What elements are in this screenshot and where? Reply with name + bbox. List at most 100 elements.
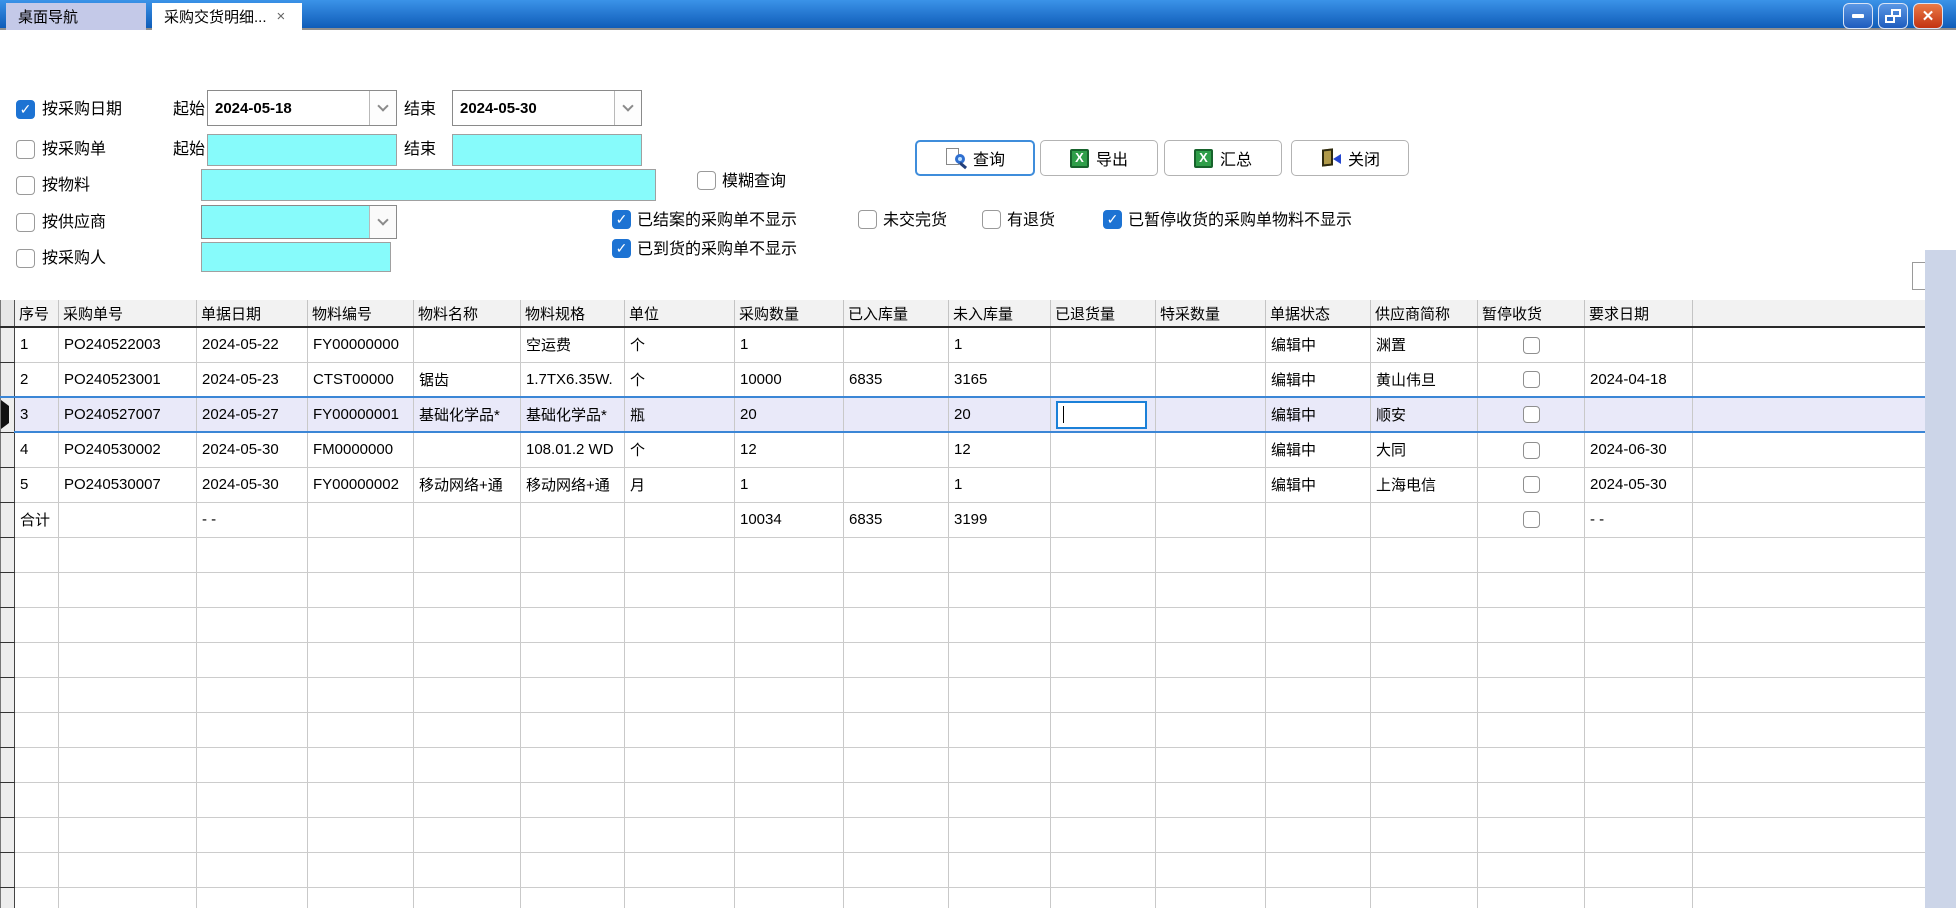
cell-suspended[interactable] bbox=[1478, 432, 1585, 467]
cell-qty[interactable]: 20 bbox=[735, 397, 844, 432]
cell-in_qty[interactable] bbox=[844, 327, 949, 362]
cell-status[interactable]: 编辑中 bbox=[1266, 432, 1371, 467]
cell-special_qty[interactable] bbox=[1156, 327, 1266, 362]
cell-no[interactable]: 5 bbox=[15, 467, 59, 502]
cell-status[interactable]: 编辑中 bbox=[1266, 397, 1371, 432]
row-gutter[interactable] bbox=[1, 782, 15, 817]
table-row[interactable]: 3PO2405270072024-05-27FY00000001基础化学品*基础… bbox=[1, 397, 1926, 432]
cell-req_date[interactable]: 2024-04-18 bbox=[1585, 362, 1693, 397]
cell-spec[interactable]: 1.7TX6.35W. bbox=[521, 362, 625, 397]
close-button[interactable]: 关闭 bbox=[1291, 140, 1409, 176]
cell-mat_name[interactable]: 基础化学品* bbox=[414, 397, 521, 432]
cell-suspended[interactable] bbox=[1478, 397, 1585, 432]
column-header-qty[interactable]: 采购数量 bbox=[735, 300, 844, 327]
cell-mat_no[interactable]: CTST00000 bbox=[308, 362, 414, 397]
row-gutter[interactable] bbox=[1, 327, 15, 362]
row-gutter[interactable] bbox=[1, 397, 15, 432]
cell-suspended[interactable] bbox=[1478, 467, 1585, 502]
cell-out_qty[interactable]: 1 bbox=[949, 327, 1051, 362]
hide-arrived-orders-checkbox[interactable]: ✓ bbox=[612, 239, 631, 258]
dropdown-arrow[interactable] bbox=[369, 206, 396, 238]
column-header-in_qty[interactable]: 已入库量 bbox=[844, 300, 949, 327]
suspend-receiving-checkbox[interactable] bbox=[1523, 406, 1540, 423]
purchase-date-end-combo[interactable]: 2024-05-30 bbox=[452, 90, 642, 126]
cell-ret_qty[interactable] bbox=[1051, 397, 1156, 432]
column-header-doc_date[interactable]: 单据日期 bbox=[197, 300, 308, 327]
column-header-special_qty[interactable]: 特采数量 bbox=[1156, 300, 1266, 327]
cell-po[interactable]: PO240530007 bbox=[59, 467, 197, 502]
cell-req_date[interactable] bbox=[1585, 397, 1693, 432]
column-header-mat_no[interactable]: 物料编号 bbox=[308, 300, 414, 327]
cell-spec[interactable]: 108.01.2 WD bbox=[521, 432, 625, 467]
table-row[interactable]: 4PO2405300022024-05-30FM0000000108.01.2 … bbox=[1, 432, 1926, 467]
hide-closed-orders-checkbox[interactable]: ✓ bbox=[612, 210, 631, 229]
column-header-out_qty[interactable]: 未入库量 bbox=[949, 300, 1051, 327]
cell-supplier[interactable]: 大同 bbox=[1371, 432, 1478, 467]
table-row[interactable]: 1PO2405220032024-05-22FY00000000空运费个11编辑… bbox=[1, 327, 1926, 362]
table-row[interactable]: 2PO2405230012024-05-23CTST00000锯齿1.7TX6.… bbox=[1, 362, 1926, 397]
cell-mat_name[interactable] bbox=[414, 432, 521, 467]
cell-spec[interactable]: 空运费 bbox=[521, 327, 625, 362]
cell-supplier[interactable]: 上海电信 bbox=[1371, 467, 1478, 502]
cell-out_qty[interactable]: 1 bbox=[949, 467, 1051, 502]
material-input[interactable] bbox=[201, 169, 656, 201]
cell-po[interactable]: PO240523001 bbox=[59, 362, 197, 397]
cell-special_qty[interactable] bbox=[1156, 467, 1266, 502]
column-header-no[interactable]: 序号 bbox=[15, 300, 59, 327]
cell-spec[interactable]: 移动网络+通 bbox=[521, 467, 625, 502]
cell-status[interactable]: 编辑中 bbox=[1266, 362, 1371, 397]
row-gutter[interactable] bbox=[1, 537, 15, 572]
cell-doc_date[interactable]: 2024-05-23 bbox=[197, 362, 308, 397]
row-gutter[interactable] bbox=[1, 712, 15, 747]
dropdown-arrow[interactable] bbox=[614, 91, 641, 125]
by-purchase-date-checkbox[interactable]: ✓ bbox=[16, 100, 35, 119]
column-header-req_date[interactable]: 要求日期 bbox=[1585, 300, 1693, 327]
cell-no[interactable]: 3 bbox=[15, 397, 59, 432]
row-gutter[interactable] bbox=[1, 852, 15, 887]
column-header-po[interactable]: 采购单号 bbox=[59, 300, 197, 327]
row-gutter[interactable] bbox=[1, 362, 15, 397]
suspend-receiving-checkbox[interactable] bbox=[1523, 337, 1540, 354]
suspend-receiving-checkbox[interactable] bbox=[1523, 371, 1540, 388]
column-header-spec[interactable]: 物料规格 bbox=[521, 300, 625, 327]
export-button[interactable]: X 导出 bbox=[1040, 140, 1158, 176]
cell-ret_qty[interactable] bbox=[1051, 327, 1156, 362]
purchaser-input[interactable] bbox=[201, 242, 391, 272]
cell-doc_date[interactable]: 2024-05-30 bbox=[197, 467, 308, 502]
cell-out_qty[interactable]: 3165 bbox=[949, 362, 1051, 397]
cell-ret_qty[interactable] bbox=[1051, 362, 1156, 397]
not-fully-delivered-checkbox[interactable] bbox=[858, 210, 877, 229]
cell-mat_name[interactable]: 移动网络+通 bbox=[414, 467, 521, 502]
supplier-combo[interactable] bbox=[201, 205, 397, 239]
cell-doc_date[interactable]: 2024-05-30 bbox=[197, 432, 308, 467]
cell-in_qty[interactable]: 6835 bbox=[844, 362, 949, 397]
cell-qty[interactable]: 10000 bbox=[735, 362, 844, 397]
cell-po[interactable]: PO240527007 bbox=[59, 397, 197, 432]
tab-purchase-delivery-detail[interactable]: 采购交货明细... × bbox=[152, 3, 302, 30]
cell-req_date[interactable]: 2024-06-30 bbox=[1585, 432, 1693, 467]
cell-supplier[interactable]: 黄山伟旦 bbox=[1371, 362, 1478, 397]
cell-mat_no[interactable]: FY00000000 bbox=[308, 327, 414, 362]
cell-in_qty[interactable] bbox=[844, 467, 949, 502]
cell-qty[interactable]: 1 bbox=[735, 327, 844, 362]
cell-status[interactable]: 编辑中 bbox=[1266, 327, 1371, 362]
table-row[interactable]: 5PO2405300072024-05-30FY00000002移动网络+通移动… bbox=[1, 467, 1926, 502]
row-gutter[interactable] bbox=[1, 607, 15, 642]
minimize-button[interactable] bbox=[1843, 3, 1873, 29]
cell-qty[interactable]: 12 bbox=[735, 432, 844, 467]
cell-no[interactable]: 2 bbox=[15, 362, 59, 397]
by-supplier-checkbox[interactable] bbox=[16, 213, 35, 232]
cell-po[interactable]: PO240522003 bbox=[59, 327, 197, 362]
row-gutter[interactable] bbox=[1, 432, 15, 467]
row-gutter[interactable] bbox=[1, 502, 15, 537]
cell-doc_date[interactable]: 2024-05-22 bbox=[197, 327, 308, 362]
cell-supplier[interactable]: 渊置 bbox=[1371, 327, 1478, 362]
cell-status[interactable]: 编辑中 bbox=[1266, 467, 1371, 502]
cell-special_qty[interactable] bbox=[1156, 432, 1266, 467]
restore-button[interactable] bbox=[1878, 3, 1908, 29]
cell-req_date[interactable]: 2024-05-30 bbox=[1585, 467, 1693, 502]
dropdown-arrow[interactable] bbox=[369, 91, 396, 125]
cell-suspended[interactable] bbox=[1478, 362, 1585, 397]
column-header-mat_name[interactable]: 物料名称 bbox=[414, 300, 521, 327]
cell-mat_name[interactable]: 锯齿 bbox=[414, 362, 521, 397]
